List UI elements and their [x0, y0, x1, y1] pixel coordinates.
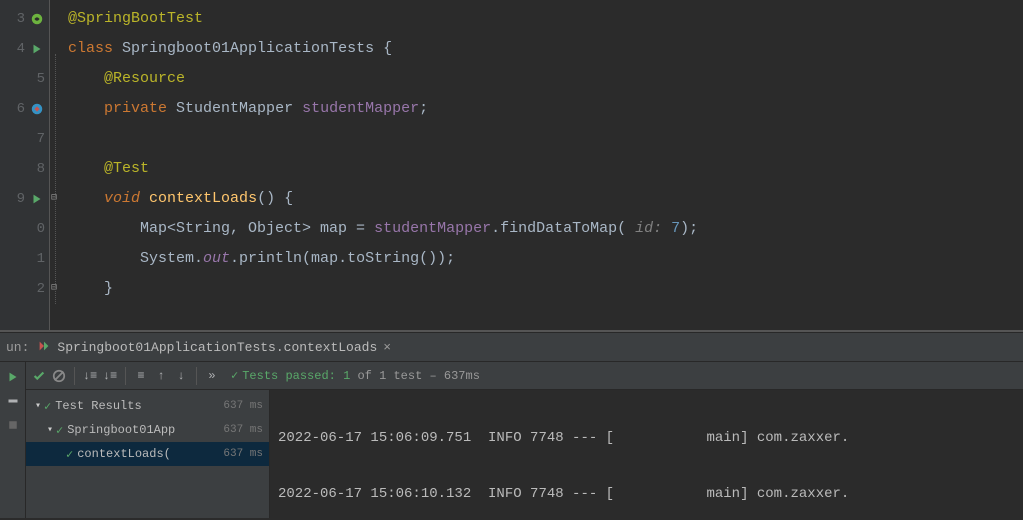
line-number: 8	[31, 161, 45, 177]
class-name: Springboot01ApplicationTests	[122, 40, 374, 57]
line-number: 9	[11, 191, 25, 207]
line-number: 6	[11, 101, 25, 117]
keyword: void	[104, 190, 140, 207]
spring-bean-icon	[29, 11, 45, 27]
sort-icon-2[interactable]: ↓≡	[101, 367, 119, 385]
test-tree: ▾ ✓ Test Results 637 ms ▾ ✓ Springboot01…	[26, 390, 270, 518]
code-text: .println(map.toString());	[230, 250, 455, 267]
stop-icon[interactable]	[4, 416, 22, 434]
run-label: un:	[6, 340, 29, 355]
run-tool-tab-bar: un: Springboot01ApplicationTests.context…	[0, 332, 1023, 362]
tree-label: Test Results	[55, 399, 219, 413]
check-icon: ✓	[231, 368, 238, 383]
annotation: @Test	[104, 160, 149, 177]
toggle-icon[interactable]	[4, 392, 22, 410]
annotation: @Resource	[104, 70, 185, 87]
prev-icon[interactable]: ↓	[172, 367, 190, 385]
keyword: private	[104, 100, 167, 117]
line-number: 1	[31, 251, 45, 267]
param-hint: id:	[626, 220, 671, 237]
fold-column: ⊟ ⊟	[50, 4, 64, 334]
log-line: 2022-06-17 15:06:09.751 INFO 7748 --- [ …	[278, 426, 1015, 450]
code-text: Map<String, Object> map =	[140, 220, 374, 237]
run-side-toolbar	[0, 362, 26, 518]
line-number: 2	[31, 281, 45, 297]
run-test-icon[interactable]	[29, 41, 45, 57]
code-text: .findDataToMap(	[491, 220, 626, 237]
fail-filter-icon[interactable]	[50, 367, 68, 385]
check-icon: ✓	[56, 423, 63, 438]
chevron-down-icon[interactable]: ▾	[44, 424, 56, 436]
tree-suite[interactable]: ▾ ✓ Springboot01App 637 ms	[26, 418, 269, 442]
run-config-icon	[37, 339, 53, 355]
test-toolbar: ↓≡ ↓≡ ≡ ↑ ↓ » ✓ Tests passed: 1 of 1 tes…	[26, 362, 1023, 390]
method: contextLoads	[149, 190, 257, 207]
collapse-icon[interactable]: ↑	[152, 367, 170, 385]
field: studentMapper	[302, 100, 419, 117]
line-number: 5	[31, 71, 45, 87]
punct: ;	[419, 100, 428, 117]
pass-filter-icon[interactable]	[30, 367, 48, 385]
editor-area: 3 4 5 6 7 8 9 0 1 2 ⊟ ⊟ @SpringBootTest …	[0, 0, 1023, 330]
expand-icon[interactable]: ≡	[132, 367, 150, 385]
line-number: 4	[11, 41, 25, 57]
tree-label: contextLoads(	[77, 447, 219, 461]
console-output[interactable]: 2022-06-17 15:06:09.751 INFO 7748 --- [ …	[270, 390, 1023, 518]
line-number: 0	[31, 221, 45, 237]
tree-time: 637 ms	[223, 400, 263, 412]
tree-time: 637 ms	[223, 424, 263, 436]
tree-test[interactable]: ✓ contextLoads( 637 ms	[26, 442, 269, 466]
static-field: out	[203, 250, 230, 267]
run-config-name[interactable]: Springboot01ApplicationTests.contextLoad…	[57, 340, 377, 355]
brace: }	[104, 280, 113, 297]
code-editor[interactable]: ⊟ ⊟ @SpringBootTest class Springboot01Ap…	[50, 0, 1023, 330]
brace: {	[374, 40, 392, 57]
number: 7	[671, 220, 680, 237]
more-icon[interactable]: »	[203, 367, 221, 385]
chevron-down-icon[interactable]: ▾	[32, 400, 44, 412]
annotation: @SpringBootTest	[68, 10, 203, 27]
editor-gutter: 3 4 5 6 7 8 9 0 1 2	[0, 0, 50, 330]
tests-total: of 1 test	[357, 369, 422, 383]
tree-label: Springboot01App	[67, 423, 219, 437]
close-tab-icon[interactable]: ×	[383, 340, 391, 355]
run-test-icon[interactable]	[29, 191, 45, 207]
type: StudentMapper	[176, 100, 293, 117]
punct: );	[680, 220, 698, 237]
code-text: System.	[140, 250, 203, 267]
line-number: 3	[11, 11, 25, 27]
line-number: 7	[31, 131, 45, 147]
check-icon: ✓	[66, 447, 73, 462]
field-ref: studentMapper	[374, 220, 491, 237]
bean-nav-icon[interactable]	[29, 101, 45, 117]
keyword: class	[68, 40, 113, 57]
tests-passed-count: 1	[343, 369, 350, 383]
tree-time: 637 ms	[223, 448, 263, 460]
tests-passed-label: Tests passed:	[242, 369, 336, 383]
tests-time: – 637ms	[429, 369, 479, 383]
punct: () {	[257, 190, 293, 207]
tree-root[interactable]: ▾ ✓ Test Results 637 ms	[26, 394, 269, 418]
check-icon: ✓	[44, 399, 51, 414]
sort-icon[interactable]: ↓≡	[81, 367, 99, 385]
rerun-icon[interactable]	[4, 368, 22, 386]
log-line: 2022-06-17 15:06:10.132 INFO 7748 --- [ …	[278, 482, 1015, 506]
test-results-panel: ↓≡ ↓≡ ≡ ↑ ↓ » ✓ Tests passed: 1 of 1 tes…	[0, 362, 1023, 518]
